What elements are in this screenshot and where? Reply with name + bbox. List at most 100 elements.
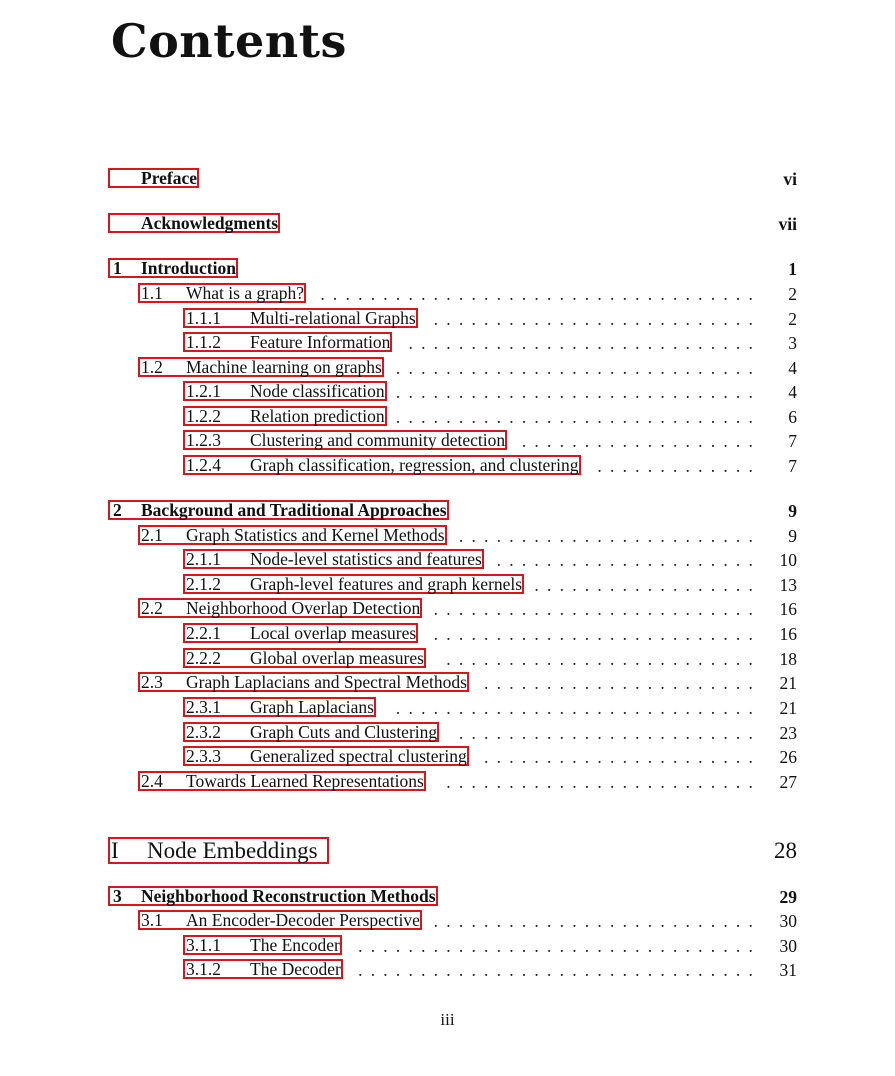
toc-link[interactable]: Acknowledgments [108,213,281,233]
section-title: Node classification [250,381,385,401]
toc-link[interactable]: I Node Embeddings [108,837,329,864]
toc-link[interactable]: 2.2 Neighborhood Overlap Detection [138,598,423,618]
section-title: The Encoder [250,935,340,955]
section-title: Graph Statistics and Kernel Methods [186,525,445,545]
section-title: Multi-relational Graphs [250,308,416,328]
section-number: 3.1.2 [186,959,221,979]
page-ref: 4 [788,358,797,378]
section-title: Clustering and community detection [250,430,506,450]
section-title: Acknowledgments [141,213,279,233]
toc-link[interactable]: 1.2 Machine learning on graphs [138,357,384,377]
toc-link[interactable]: 1 Introduction [108,258,238,278]
toc-link[interactable]: 3.1.2 The Decoder [183,959,343,979]
toc-entry-section: 2.2 Neighborhood Overlap Detection.......… [0,598,895,620]
toc-entry-chapter: 1 Introduction 1 [0,258,895,280]
section-number: 1.2 [141,357,163,377]
dot-leader: ................... [521,431,753,451]
section-title: Neighborhood Overlap Detection [186,598,421,618]
page-number: iii [440,1010,455,1029]
section-title: Towards Learned Representations [186,771,424,791]
toc-link[interactable]: 1.1.2 Feature Information [183,332,393,352]
section-number: I [111,838,119,863]
page-ref: 27 [779,772,798,792]
toc-link[interactable]: 2 Background and Traditional Approaches [108,500,449,520]
toc-link[interactable]: 2.2.1 Local overlap measures [183,623,419,643]
dot-leader: ............................ [408,333,753,353]
page-ref: 13 [779,575,798,595]
page-ref: 21 [779,698,798,718]
section-title: An Encoder-Decoder Perspective [186,910,420,930]
toc-link[interactable]: 1.2.1 Node classification [183,381,387,401]
page-ref: 21 [779,673,798,693]
toc-entry-subsection: 1.1.1 Multi-relational Graphs............… [0,308,895,330]
page-ref: 7 [788,431,797,451]
section-number: 2.3.3 [186,746,221,766]
page-ref: 16 [779,599,798,619]
toc-link[interactable]: 2.3 Graph Laplacians and Spectral Methods [138,672,469,692]
section-number: 3.1 [141,910,163,930]
toc-entry-part: I Node Embeddings 28 [0,837,895,865]
toc-entry-subsection: 1.1.2 Feature Information................… [0,332,895,354]
section-number: 2.3.2 [186,722,221,742]
section-number: 2.3 [141,672,163,692]
dot-leader: ............................. [395,358,753,378]
toc-link[interactable]: 2.4 Towards Learned Representations [138,771,426,791]
page-ref: 9 [788,501,797,521]
toc-entry-chapter: 2 Background and Traditional Approaches 9 [0,500,895,522]
section-number: 3.1.1 [186,935,221,955]
toc-link[interactable]: 1.2.4 Graph classification, regression, a… [183,455,581,475]
dot-leader: .......................... [433,624,753,644]
toc-link[interactable]: 3.1.1 The Encoder [183,935,342,955]
section-number: 1.2.4 [186,455,221,475]
toc-entry-section: 2.4 Towards Learned Representations......… [0,771,895,793]
toc-entry-subsection: 2.3.1 Graph Laplacians...................… [0,697,895,719]
section-title: Graph Laplacians and Spectral Methods [186,672,467,692]
dot-leader: ........................ [458,526,753,546]
toc-link[interactable]: 2.1.1 Node-level statistics and features [183,549,484,569]
toc-link[interactable]: 1.1 What is a graph? [138,283,307,303]
page-ref: 31 [779,960,798,980]
page-ref: 26 [779,747,798,767]
toc-link[interactable]: 2.3.3 Generalized spectral clustering [183,746,469,766]
page-ref: 2 [788,309,797,329]
toc-link[interactable]: 2.2.2 Global overlap measures [183,648,426,668]
section-title: Global overlap measures [250,648,424,668]
toc-link[interactable]: 3.1 An Encoder-Decoder Perspective [138,910,422,930]
page-ref: 30 [779,911,798,931]
toc-link[interactable]: 1.1.1 Multi-relational Graphs [183,308,418,328]
page-ref: 16 [779,624,798,644]
page-ref: 30 [779,936,798,956]
toc-entry-subsection: 2.2.2 Global overlap measures............… [0,648,895,670]
section-title: Graph classification, regression, and cl… [250,455,579,475]
toc-link[interactable]: 2.3.2 Graph Cuts and Clustering [183,722,440,742]
toc-entry-subsection: 2.2.1 Local overlap measures.............… [0,623,895,645]
section-number: 2 [113,500,122,520]
toc-entry-section: 2.3 Graph Laplacians and Spectral Methods… [0,672,895,694]
toc-entry-section: 2.1 Graph Statistics and Kernel Methods..… [0,525,895,547]
section-number: 1 [113,258,122,278]
section-title: What is a graph? [186,283,305,303]
toc-entry-section: 1.1 What is a graph?.....................… [0,283,895,305]
dot-leader: ...................... [484,673,753,693]
toc-entry-subsection: 2.3.3 Generalized spectral clustering....… [0,746,895,768]
section-title: Relation prediction [250,406,385,426]
dot-leader: ............. [597,456,753,476]
toc-entry-subsection: 1.2.4 Graph classification, regression, a… [0,455,895,477]
toc-link[interactable]: 2.3.1 Graph Laplacians [183,697,376,717]
page-ref: 1 [788,259,797,279]
toc-link[interactable]: 1.2.2 Relation prediction [183,406,387,426]
toc-entry-section: 3.1 An Encoder-Decoder Perspective.......… [0,910,895,932]
toc-link[interactable]: 3 Neighborhood Reconstruction Methods [108,886,438,906]
toc-link[interactable]: 1.2.3 Clustering and community detection [183,430,508,450]
section-number: 2.4 [141,771,163,791]
section-number: 2.2.2 [186,648,221,668]
toc-link[interactable]: Preface [108,168,200,188]
toc-entry-subsection: 3.1.2 The Decoder........................… [0,959,895,981]
page-title: Contents [111,14,347,68]
section-title: Local overlap measures [250,623,417,643]
toc-entry-subsection: 2.1.1 Node-level statistics and features.… [0,549,895,571]
section-number: 2.3.1 [186,697,221,717]
dot-leader: ...................... [484,747,753,767]
toc-link[interactable]: 2.1 Graph Statistics and Kernel Methods [138,525,447,545]
toc-link[interactable]: 2.1.2 Graph-level features and graph kern… [183,574,525,594]
